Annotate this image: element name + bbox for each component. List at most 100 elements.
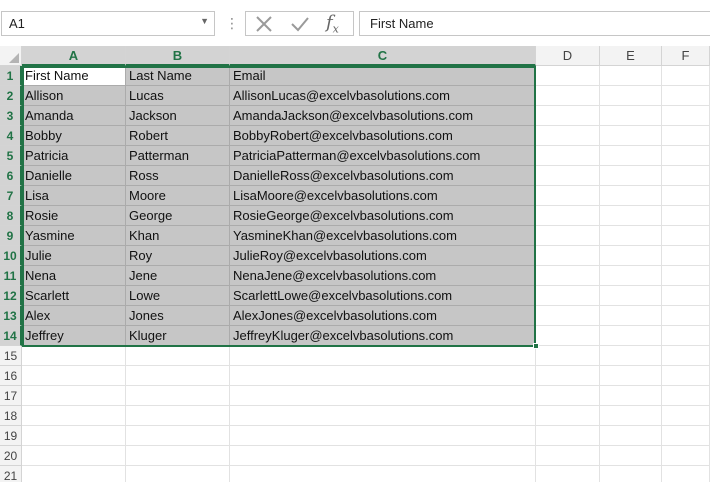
column-header-d[interactable]: D bbox=[536, 46, 600, 66]
cell-e3[interactable] bbox=[600, 106, 662, 126]
cell-f17[interactable] bbox=[662, 386, 710, 406]
cell-d19[interactable] bbox=[536, 426, 600, 446]
cell-c15[interactable] bbox=[230, 346, 536, 366]
cell-c20[interactable] bbox=[230, 446, 536, 466]
cell-f15[interactable] bbox=[662, 346, 710, 366]
select-all-button[interactable] bbox=[0, 46, 22, 66]
cell-e16[interactable] bbox=[600, 366, 662, 386]
cell-f14[interactable] bbox=[662, 326, 710, 346]
cell-a9[interactable]: Yasmine bbox=[22, 226, 126, 246]
cell-c9[interactable]: YasmineKhan@excelvbasolutions.com bbox=[230, 226, 536, 246]
cell-d1[interactable] bbox=[536, 66, 600, 86]
cell-a7[interactable]: Lisa bbox=[22, 186, 126, 206]
cell-b16[interactable] bbox=[126, 366, 230, 386]
cell-a3[interactable]: Amanda bbox=[22, 106, 126, 126]
cell-d12[interactable] bbox=[536, 286, 600, 306]
cell-b1[interactable]: Last Name bbox=[126, 66, 230, 86]
row-header-3[interactable]: 3 bbox=[0, 106, 22, 126]
row-header-9[interactable]: 9 bbox=[0, 226, 22, 246]
cell-d9[interactable] bbox=[536, 226, 600, 246]
cell-b2[interactable]: Lucas bbox=[126, 86, 230, 106]
column-header-a[interactable]: A bbox=[22, 46, 126, 66]
cell-c5[interactable]: PatriciaPatterman@excelvbasolutions.com bbox=[230, 146, 536, 166]
cell-d4[interactable] bbox=[536, 126, 600, 146]
cell-d16[interactable] bbox=[536, 366, 600, 386]
column-header-e[interactable]: E bbox=[600, 46, 662, 66]
cell-d14[interactable] bbox=[536, 326, 600, 346]
cell-a13[interactable]: Alex bbox=[22, 306, 126, 326]
cell-d15[interactable] bbox=[536, 346, 600, 366]
column-header-b[interactable]: B bbox=[126, 46, 230, 66]
cell-a2[interactable]: Allison bbox=[22, 86, 126, 106]
cell-e19[interactable] bbox=[600, 426, 662, 446]
cell-e6[interactable] bbox=[600, 166, 662, 186]
cancel-icon[interactable] bbox=[255, 15, 273, 33]
cell-e17[interactable] bbox=[600, 386, 662, 406]
cell-b6[interactable]: Ross bbox=[126, 166, 230, 186]
cell-c1[interactable]: Email bbox=[230, 66, 536, 86]
cell-e14[interactable] bbox=[600, 326, 662, 346]
cell-d20[interactable] bbox=[536, 446, 600, 466]
cell-d6[interactable] bbox=[536, 166, 600, 186]
cell-a16[interactable] bbox=[22, 366, 126, 386]
cell-a12[interactable]: Scarlett bbox=[22, 286, 126, 306]
cell-a17[interactable] bbox=[22, 386, 126, 406]
cell-d8[interactable] bbox=[536, 206, 600, 226]
cell-b20[interactable] bbox=[126, 446, 230, 466]
fill-handle[interactable] bbox=[533, 343, 539, 349]
row-header-18[interactable]: 18 bbox=[0, 406, 22, 426]
row-header-10[interactable]: 10 bbox=[0, 246, 22, 266]
cell-b15[interactable] bbox=[126, 346, 230, 366]
cell-c17[interactable] bbox=[230, 386, 536, 406]
cell-d10[interactable] bbox=[536, 246, 600, 266]
cell-f9[interactable] bbox=[662, 226, 710, 246]
cell-e8[interactable] bbox=[600, 206, 662, 226]
cell-a19[interactable] bbox=[22, 426, 126, 446]
cell-a21[interactable] bbox=[22, 466, 126, 482]
cell-e21[interactable] bbox=[600, 466, 662, 482]
column-header-f[interactable]: F bbox=[662, 46, 710, 66]
row-header-15[interactable]: 15 bbox=[0, 346, 22, 366]
cell-b13[interactable]: Jones bbox=[126, 306, 230, 326]
cell-a15[interactable] bbox=[22, 346, 126, 366]
cell-c13[interactable]: AlexJones@excelvbasolutions.com bbox=[230, 306, 536, 326]
cell-a14[interactable]: Jeffrey bbox=[22, 326, 126, 346]
cell-c19[interactable] bbox=[230, 426, 536, 446]
cell-c21[interactable] bbox=[230, 466, 536, 482]
row-header-13[interactable]: 13 bbox=[0, 306, 22, 326]
cell-d18[interactable] bbox=[536, 406, 600, 426]
cell-f13[interactable] bbox=[662, 306, 710, 326]
cell-f18[interactable] bbox=[662, 406, 710, 426]
row-header-16[interactable]: 16 bbox=[0, 366, 22, 386]
cell-b9[interactable]: Khan bbox=[126, 226, 230, 246]
cell-a11[interactable]: Nena bbox=[22, 266, 126, 286]
row-header-14[interactable]: 14 bbox=[0, 326, 22, 346]
cell-f8[interactable] bbox=[662, 206, 710, 226]
cell-e2[interactable] bbox=[600, 86, 662, 106]
row-header-19[interactable]: 19 bbox=[0, 426, 22, 446]
cell-b4[interactable]: Robert bbox=[126, 126, 230, 146]
cell-c6[interactable]: DanielleRoss@excelvbasolutions.com bbox=[230, 166, 536, 186]
cell-b8[interactable]: George bbox=[126, 206, 230, 226]
row-header-20[interactable]: 20 bbox=[0, 446, 22, 466]
name-box[interactable]: A1 ▼ bbox=[1, 11, 215, 36]
cell-b21[interactable] bbox=[126, 466, 230, 482]
cell-f19[interactable] bbox=[662, 426, 710, 446]
formula-input[interactable]: First Name bbox=[359, 11, 710, 36]
cell-f2[interactable] bbox=[662, 86, 710, 106]
cell-f4[interactable] bbox=[662, 126, 710, 146]
cell-c8[interactable]: RosieGeorge@excelvbasolutions.com bbox=[230, 206, 536, 226]
cell-f5[interactable] bbox=[662, 146, 710, 166]
cell-a20[interactable] bbox=[22, 446, 126, 466]
cell-f7[interactable] bbox=[662, 186, 710, 206]
row-header-5[interactable]: 5 bbox=[0, 146, 22, 166]
cell-d7[interactable] bbox=[536, 186, 600, 206]
cell-e5[interactable] bbox=[600, 146, 662, 166]
cell-d2[interactable] bbox=[536, 86, 600, 106]
cell-a8[interactable]: Rosie bbox=[22, 206, 126, 226]
cell-c3[interactable]: AmandaJackson@excelvbasolutions.com bbox=[230, 106, 536, 126]
cell-c16[interactable] bbox=[230, 366, 536, 386]
cell-d5[interactable] bbox=[536, 146, 600, 166]
row-header-6[interactable]: 6 bbox=[0, 166, 22, 186]
cell-d3[interactable] bbox=[536, 106, 600, 126]
